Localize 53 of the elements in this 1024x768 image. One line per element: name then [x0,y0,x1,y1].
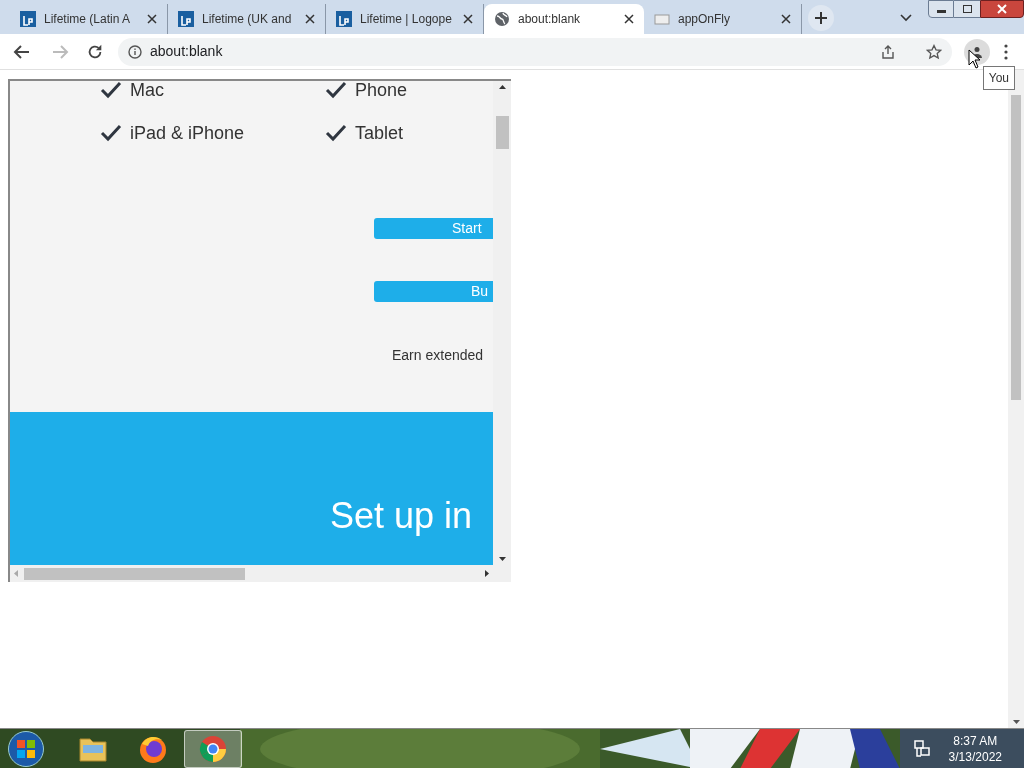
scrollbar-thumb[interactable] [24,567,245,580]
address-bar[interactable]: about:blank [118,37,952,66]
chrome-icon [198,733,228,764]
checkmark-icon [100,81,122,99]
tooltip: You [982,66,1015,90]
close-icon[interactable] [305,14,315,24]
tab-title: Lifetime (UK and [202,11,293,28]
browser-tab[interactable]: about:blank [484,4,644,34]
share-icon[interactable] [880,43,896,60]
plus-icon [815,12,827,24]
banner-heading: Set up in [330,495,473,536]
close-icon[interactable] [147,14,157,24]
restore-button[interactable] [954,0,980,18]
clock-date[interactable]: 3/13/2022 [948,748,1002,765]
clock-time[interactable]: 8:37 AM [953,732,998,749]
chevron-down-icon[interactable] [900,14,912,22]
tab-title: Lifetime (Latin A [44,11,132,28]
feature-label: Phone [355,81,408,102]
checkmark-icon [100,124,122,142]
scrollbar-thumb[interactable] [1011,95,1021,400]
scrollbar-thumb[interactable] [495,116,509,149]
logo-icon [178,11,194,27]
scroll-down-icon[interactable] [498,557,506,561]
scroll-down-icon[interactable] [1012,720,1020,724]
feature-label: iPad & iPhone [130,121,245,145]
new-tab-button[interactable] [808,5,834,31]
close-icon[interactable] [624,14,634,24]
taskbar-app-button[interactable] [184,729,242,768]
note-text: Earn extended [392,346,484,365]
page-scrollbar[interactable] [1008,70,1024,728]
logo-icon [336,11,352,27]
close-icon[interactable] [463,14,473,24]
feature-label: Tablet [355,121,404,145]
info-icon[interactable] [128,44,142,59]
network-icon[interactable] [912,739,931,758]
url-text: about:blank [150,42,223,61]
tab-title: about:blank [518,11,582,28]
page-icon [654,11,670,27]
tab-title: appOnFly [678,11,732,28]
logo-icon [20,11,36,27]
globe-icon [494,11,510,27]
scroll-right-icon[interactable] [485,570,489,577]
star-icon[interactable] [926,43,942,60]
close-button[interactable] [980,0,1024,18]
checkmark-icon [325,81,347,99]
checkmark-icon [325,124,347,142]
windows-logo-icon [16,738,36,759]
minimize-button[interactable] [928,0,954,18]
feature-label: Mac [130,81,164,102]
close-icon[interactable] [781,14,791,24]
scroll-up-icon[interactable] [498,85,506,89]
tab-title: Lifetime | Logope [360,11,453,28]
close-icon [997,4,1007,14]
